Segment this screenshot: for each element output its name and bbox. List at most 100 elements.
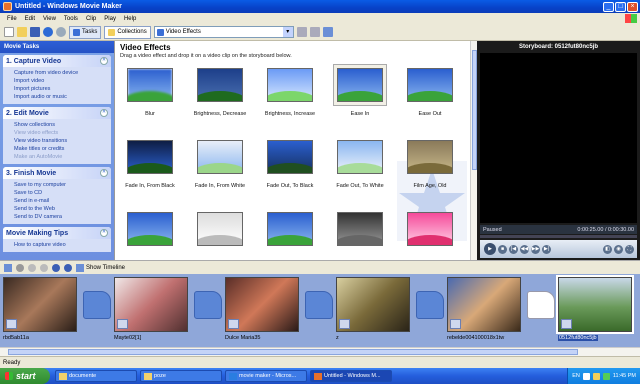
- taskbar-item-browser[interactable]: movie maker - Micros...: [225, 370, 307, 382]
- effect-item[interactable]: [187, 207, 253, 251]
- taskbar-item-documente[interactable]: documente: [55, 370, 137, 382]
- play-icon[interactable]: ▶: [484, 243, 496, 255]
- new-folder-icon[interactable]: [309, 27, 320, 37]
- language-indicator[interactable]: EN: [572, 373, 580, 379]
- effect-item[interactable]: Film Age, Old: [397, 135, 463, 205]
- task-link[interactable]: Capture from video device: [14, 69, 107, 77]
- storyboard-clip[interactable]: [447, 277, 522, 335]
- split-clip-icon[interactable]: ◧: [603, 244, 612, 254]
- tasks-button[interactable]: Tasks: [69, 25, 102, 39]
- zoom-in-icon[interactable]: [28, 263, 36, 272]
- rewind-icon[interactable]: ◀◀: [520, 244, 529, 254]
- transition-slot[interactable]: [527, 291, 555, 319]
- collapse-icon[interactable]: ^: [100, 169, 108, 177]
- menu-edit[interactable]: Edit: [21, 16, 39, 22]
- fast-forward-icon[interactable]: ▶▶: [531, 244, 540, 254]
- effect-item[interactable]: Ease In: [327, 63, 393, 133]
- menu-help[interactable]: Help: [120, 16, 140, 22]
- maximize-button[interactable]: □: [615, 1, 626, 12]
- effect-item[interactable]: Brightness, Decrease: [187, 63, 253, 133]
- effect-item[interactable]: Fade In, From White: [187, 135, 253, 205]
- close-button[interactable]: ×: [627, 1, 638, 12]
- video-effect-star-icon[interactable]: [450, 319, 461, 329]
- task-link[interactable]: Make titles or credits: [14, 145, 107, 153]
- transition-slot[interactable]: [305, 291, 333, 319]
- menu-clip[interactable]: Clip: [82, 16, 100, 22]
- effect-item[interactable]: Blur: [117, 63, 183, 133]
- tray-icon[interactable]: [602, 372, 610, 380]
- effect-item[interactable]: Fade In, From Black: [117, 135, 183, 205]
- effects-scrollbar[interactable]: [470, 41, 477, 260]
- task-link[interactable]: Show collections: [14, 121, 107, 129]
- storyboard-clip[interactable]: [114, 277, 189, 335]
- task-link[interactable]: How to capture video: [14, 241, 107, 249]
- taskbar-item-movie-maker[interactable]: Untitled - Windows M...: [310, 370, 392, 382]
- transition-slot[interactable]: [194, 291, 222, 319]
- stop-icon[interactable]: ■: [498, 244, 507, 254]
- effect-item[interactable]: Brightness, Increase: [257, 63, 323, 133]
- effect-item[interactable]: Ease Out: [397, 63, 463, 133]
- chevron-down-icon[interactable]: ▾: [282, 27, 293, 37]
- full-screen-icon[interactable]: ⛶: [625, 244, 634, 254]
- collapse-icon[interactable]: ^: [100, 57, 108, 65]
- video-effect-star-icon[interactable]: [561, 319, 572, 329]
- tray-icon[interactable]: [592, 372, 600, 380]
- tray-icon[interactable]: [582, 372, 590, 380]
- collections-button[interactable]: Collections: [104, 25, 151, 39]
- task-link[interactable]: Send to DV camera: [14, 213, 107, 221]
- show-timeline-button[interactable]: Show Timeline: [76, 263, 125, 272]
- views-icon[interactable]: [322, 27, 333, 37]
- previous-frame-icon[interactable]: |◀: [509, 244, 518, 254]
- taskbar-item-poze[interactable]: poze: [140, 370, 222, 382]
- scrollbar-thumb[interactable]: [8, 349, 578, 355]
- start-button[interactable]: start: [0, 368, 50, 384]
- storyboard-clip[interactable]: [3, 277, 78, 335]
- effect-item[interactable]: [327, 207, 393, 251]
- menu-play[interactable]: Play: [100, 16, 120, 22]
- storyboard-clip[interactable]: [556, 275, 634, 335]
- effect-item[interactable]: Fade Out, To Black: [257, 135, 323, 205]
- task-link[interactable]: Send in e-mail: [14, 197, 107, 205]
- zoom-out-icon[interactable]: [40, 263, 48, 272]
- narrate-timeline-icon[interactable]: [16, 263, 24, 272]
- next-frame-icon[interactable]: ▶|: [542, 244, 551, 254]
- effect-item[interactable]: [117, 207, 183, 251]
- effect-item[interactable]: Fade Out, To White: [327, 135, 393, 205]
- video-effect-star-icon[interactable]: [339, 319, 350, 329]
- task-link[interactable]: Import pictures: [14, 85, 107, 93]
- transition-slot[interactable]: [83, 291, 111, 319]
- task-link[interactable]: Send to the Web: [14, 205, 107, 213]
- up-one-level-icon[interactable]: [296, 27, 307, 37]
- transition-slot[interactable]: [416, 291, 444, 319]
- collapse-icon[interactable]: ^: [100, 109, 108, 117]
- minimize-button[interactable]: _: [603, 1, 614, 12]
- collections-dropdown[interactable]: Video Effects ▾: [153, 26, 294, 38]
- effect-item[interactable]: [397, 207, 463, 251]
- take-picture-icon[interactable]: ◉: [614, 244, 623, 254]
- task-link[interactable]: Import video: [14, 77, 107, 85]
- seek-bar[interactable]: [480, 235, 637, 238]
- play-storyboard-icon[interactable]: [64, 263, 72, 272]
- video-effect-star-icon[interactable]: [117, 319, 128, 329]
- task-link[interactable]: Import audio or music: [14, 93, 107, 101]
- storyboard-clip[interactable]: [225, 277, 300, 335]
- storyboard-clip[interactable]: [336, 277, 411, 335]
- video-effect-star-icon[interactable]: [228, 319, 239, 329]
- task-link[interactable]: Save to CD: [14, 189, 107, 197]
- collapse-icon[interactable]: ^: [100, 229, 108, 237]
- set-audio-levels-icon[interactable]: [4, 263, 12, 272]
- storyboard-scrollbar[interactable]: [0, 347, 640, 356]
- task-link[interactable]: Save to my computer: [14, 181, 107, 189]
- new-project-icon[interactable]: [4, 27, 14, 37]
- menu-file[interactable]: File: [3, 16, 21, 22]
- rewind-storyboard-icon[interactable]: [52, 263, 60, 272]
- redo-icon[interactable]: [56, 27, 66, 37]
- effect-item[interactable]: [257, 207, 323, 251]
- save-icon[interactable]: [30, 27, 40, 37]
- menu-tools[interactable]: Tools: [60, 16, 82, 22]
- video-effect-star-icon[interactable]: [6, 319, 17, 329]
- undo-icon[interactable]: [43, 27, 53, 37]
- menu-view[interactable]: View: [39, 16, 60, 22]
- task-link[interactable]: View video transitions: [14, 137, 107, 145]
- open-project-icon[interactable]: [17, 27, 27, 37]
